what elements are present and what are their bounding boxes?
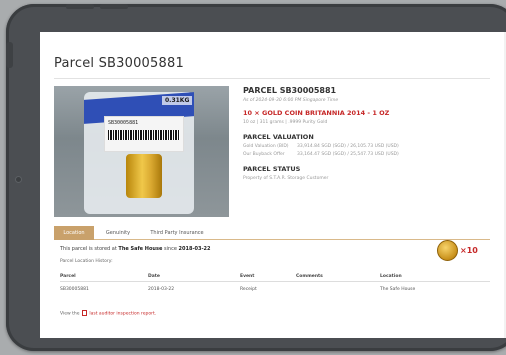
title-divider xyxy=(54,78,490,79)
audit-report-line: View the last auditor inspection report. xyxy=(60,310,156,317)
stored-at-text: This parcel is stored at The Safe House … xyxy=(60,246,211,252)
valuation-label: Our Buyback Offer xyxy=(243,152,285,157)
column-header: Parcel xyxy=(60,274,76,279)
tab-genuinity[interactable]: Genuinity xyxy=(98,226,138,240)
tablet-frame: Parcel SB30005881 0.31KG SB30005881 PARC… xyxy=(6,4,506,351)
product-weight: 10 oz | 311 grams | .9999 Purity Gold xyxy=(243,120,328,125)
as-of-timestamp: As of 2024-09-30 6:00 PM Singapore Time xyxy=(243,98,339,103)
valuation-row: Gold Valuation (BID) 33,914.84 SGD (SGD)… xyxy=(243,144,493,149)
tab-third-party-insurance[interactable]: Third Party Insurance xyxy=(142,226,212,240)
table-header: Parcel Date Event Comments Location xyxy=(60,272,490,282)
coin-tube-icon xyxy=(126,154,162,198)
parcel-page: Parcel SB30005881 0.31KG SB30005881 PARC… xyxy=(40,32,504,338)
tab-bar: Location Genuinity Third Party Insurance xyxy=(54,226,490,240)
valuation-value: 33,914.84 SGD (SGD) / 26,105.73 USD (USD… xyxy=(297,144,399,149)
power-button xyxy=(100,4,128,9)
history-label: Parcel Location History: xyxy=(60,259,113,264)
valuation-label: Gold Valuation (BID) xyxy=(243,144,289,149)
parcel-heading: PARCEL SB30005881 xyxy=(243,86,337,95)
table-cell: The Safe House xyxy=(380,287,416,292)
table-cell: Receipt xyxy=(240,287,257,292)
parcel-info: PARCEL SB30005881 As of 2024-09-30 6:00 … xyxy=(243,86,493,181)
column-header: Event xyxy=(240,274,255,279)
audit-prefix: View the xyxy=(60,311,80,317)
barcode-label: SB30005881 xyxy=(104,116,184,152)
tab-location[interactable]: Location xyxy=(54,226,94,240)
barcode-text: SB30005881 xyxy=(108,120,139,126)
side-button xyxy=(6,42,13,68)
column-header: Comments xyxy=(296,274,323,279)
barcode-icon xyxy=(108,130,180,140)
column-header: Location xyxy=(380,274,402,279)
page-title: Parcel SB30005881 xyxy=(54,56,184,71)
screen: Parcel SB30005881 0.31KG SB30005881 PARC… xyxy=(40,32,506,338)
audit-report-link[interactable]: last auditor inspection report. xyxy=(89,312,156,317)
valuation-row: Our Buyback Offer 33,164.47 SGD (SGD) / … xyxy=(243,152,493,157)
stored-mid: since xyxy=(163,246,177,252)
status-text: Property of S.T.A.R. Storage Customer xyxy=(243,176,329,181)
valuation-heading: PARCEL VALUATION xyxy=(243,133,314,141)
camera-icon xyxy=(15,176,22,183)
volume-button xyxy=(66,4,94,9)
table-cell: SB30005881 xyxy=(60,287,89,292)
product-name: 10 × GOLD COIN BRITANNIA 2014 - 1 OZ xyxy=(243,109,390,117)
status-heading: PARCEL STATUS xyxy=(243,165,301,173)
valuation-value: 33,164.47 SGD (SGD) / 25,547.73 USD (USD… xyxy=(297,152,399,157)
column-header: Date xyxy=(148,274,160,279)
stored-date: 2018-03-22 xyxy=(178,246,211,252)
photo-weight-label: 0.31KG xyxy=(162,96,193,105)
pdf-icon[interactable] xyxy=(81,310,87,316)
gold-coin-icon xyxy=(437,240,458,261)
table-row: SB30005881 2018-03-22 Receipt The Safe H… xyxy=(60,285,490,295)
parcel-photo: 0.31KG SB30005881 xyxy=(54,86,229,217)
stored-prefix: This parcel is stored at xyxy=(60,246,117,252)
table-cell: 2018-03-22 xyxy=(148,287,175,292)
location-history-table: Parcel Date Event Comments Location SB30… xyxy=(60,272,490,295)
stored-place: The Safe House xyxy=(118,246,163,252)
coin-count: ×10 xyxy=(460,246,478,255)
